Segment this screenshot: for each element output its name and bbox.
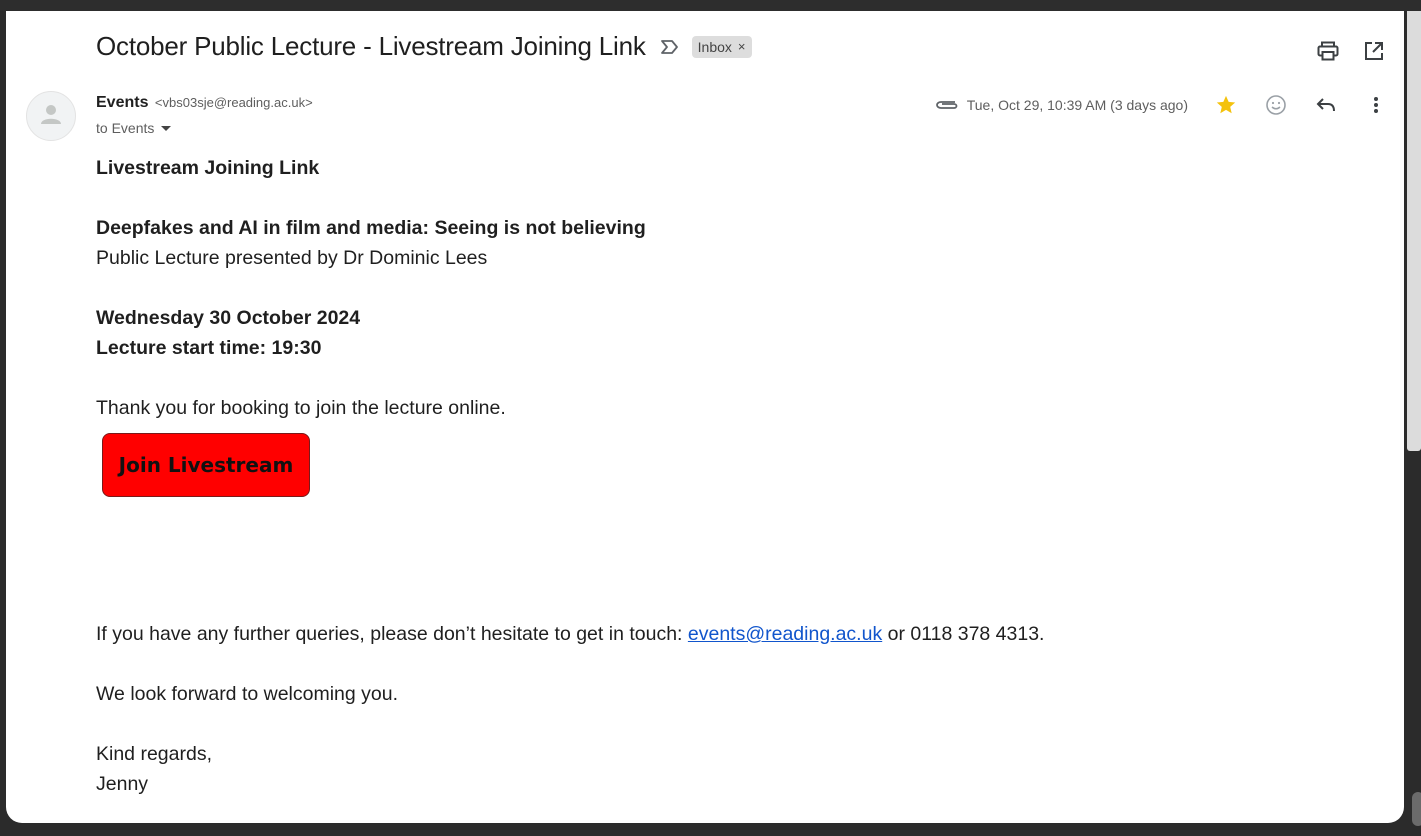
lecture-title: Deepfakes and AI in film and media: Seei… bbox=[96, 217, 646, 239]
sender-line: Events <vbs03sje@reading.ac.uk> bbox=[96, 94, 313, 112]
caret-down-icon[interactable] bbox=[160, 120, 172, 136]
join-livestream-button[interactable]: Join Livestream bbox=[102, 433, 310, 497]
presenter-line: Public Lecture presented by Dr Dominic L… bbox=[96, 247, 488, 269]
remove-label-button[interactable]: × bbox=[738, 39, 746, 54]
body-heading: Livestream Joining Link bbox=[96, 157, 320, 179]
queries-line: If you have any further queries, please … bbox=[96, 619, 1296, 649]
sender-name[interactable]: Events bbox=[96, 94, 148, 111]
reply-icon[interactable] bbox=[1314, 93, 1338, 117]
emoji-reaction-icon[interactable] bbox=[1264, 93, 1288, 117]
more-vertical-icon[interactable] bbox=[1364, 93, 1388, 117]
message-date: Tue, Oct 29, 10:39 AM (3 days ago) bbox=[966, 97, 1188, 113]
paperclip-icon bbox=[935, 95, 959, 115]
recipient-text: to Events bbox=[96, 120, 155, 136]
welcome-line: We look forward to welcoming you. bbox=[96, 683, 399, 705]
email-view-panel: October Public Lecture - Livestream Join… bbox=[6, 11, 1404, 823]
importance-marker-icon[interactable] bbox=[660, 38, 682, 56]
closing-line: Kind regards, bbox=[96, 743, 212, 765]
scrollbar-thumb[interactable] bbox=[1407, 11, 1421, 451]
queries-prefix: If you have any further queries, please … bbox=[96, 623, 688, 645]
message-meta: Tue, Oct 29, 10:39 AM (3 days ago) bbox=[935, 93, 1388, 117]
person-avatar-icon bbox=[38, 101, 64, 132]
print-icon[interactable] bbox=[1316, 39, 1340, 63]
star-icon[interactable] bbox=[1214, 93, 1238, 117]
lecture-start-time: Lecture start time: 19:30 bbox=[96, 337, 322, 359]
open-in-new-window-icon[interactable] bbox=[1362, 39, 1386, 63]
inbox-label-chip[interactable]: Inbox × bbox=[691, 35, 752, 58]
recipient-line: to Events bbox=[96, 120, 172, 136]
window-top-bar bbox=[0, 0, 1421, 11]
subject-row: October Public Lecture - Livestream Join… bbox=[96, 31, 752, 62]
events-email-link[interactable]: events@reading.ac.uk bbox=[688, 623, 882, 645]
lecture-date: Wednesday 30 October 2024 bbox=[96, 307, 361, 329]
top-actions bbox=[1316, 39, 1386, 63]
email-body: Livestream Joining Link Deepfakes and AI… bbox=[96, 153, 1296, 799]
sender-email: <vbs03sje@reading.ac.uk> bbox=[154, 95, 313, 110]
avatar bbox=[26, 91, 76, 141]
inbox-label-text: Inbox bbox=[697, 38, 732, 55]
signature: Jenny bbox=[96, 773, 149, 795]
thanks-line: Thank you for booking to join the lectur… bbox=[96, 397, 506, 419]
side-panel-toggle[interactable] bbox=[1412, 792, 1421, 826]
email-subject: October Public Lecture - Livestream Join… bbox=[96, 31, 646, 61]
queries-suffix: or 0118 378 4313. bbox=[882, 623, 1045, 645]
